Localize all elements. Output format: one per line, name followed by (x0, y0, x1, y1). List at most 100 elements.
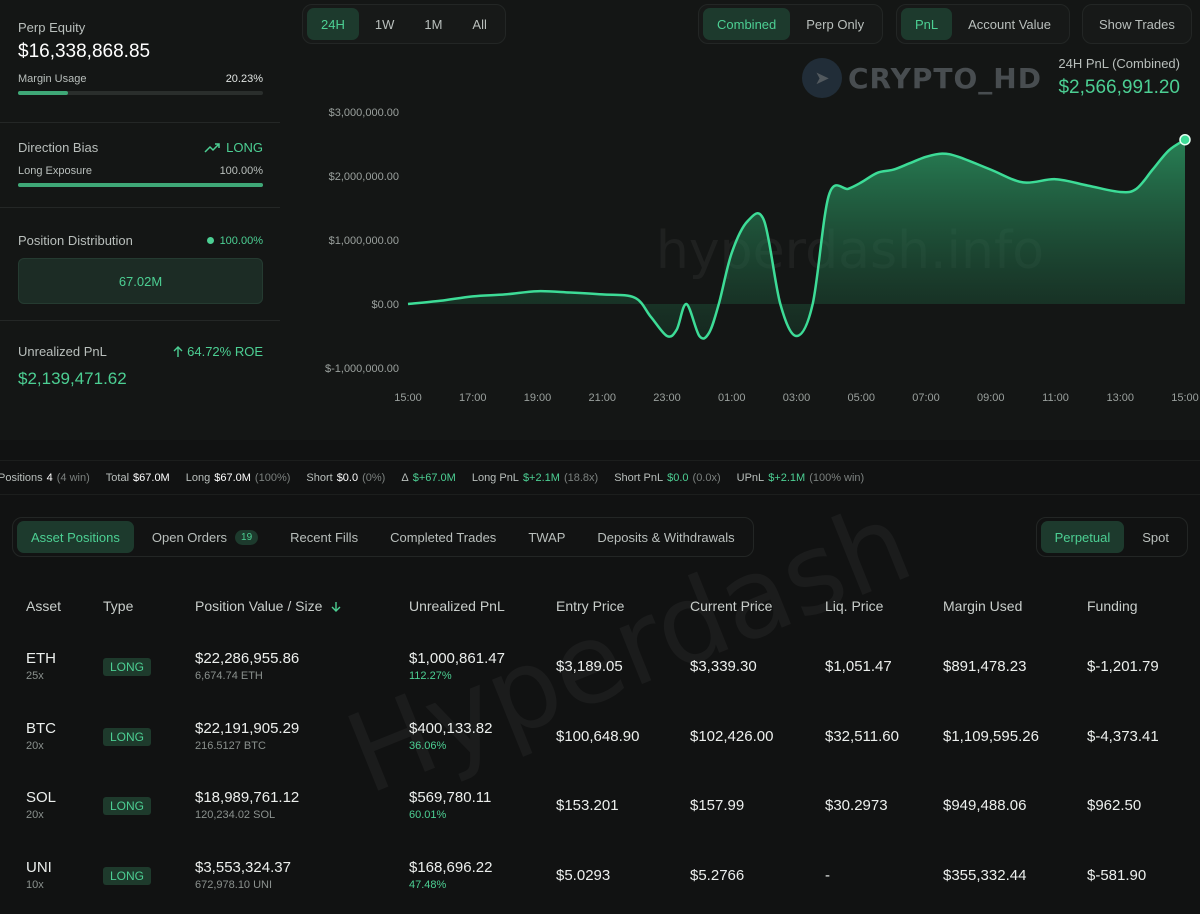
type-cell: LONG (103, 658, 152, 676)
column-header-position-value-size[interactable]: Position Value / Size (195, 598, 342, 614)
stat-label: UPnL (736, 471, 765, 484)
tab-label: Recent Fills (290, 529, 359, 545)
stat-value: $67.0M (133, 471, 170, 484)
x-tick-label: 19:00 (524, 392, 552, 404)
margin-usage-bar (18, 91, 263, 95)
unrealized-pnl-cell-detail: 60.01% (409, 809, 447, 821)
account-summary-panel: Perp Equity $16,338,868.85 Margin Usage … (0, 0, 280, 440)
column-header-funding[interactable]: Funding (1087, 598, 1138, 614)
trending-up-icon (204, 142, 220, 153)
tab-open-orders[interactable]: Open Orders 19 (138, 521, 272, 553)
unrealized-pnl-cell: $400,133.82 36.06% (409, 720, 492, 752)
dot-icon (206, 237, 214, 244)
arrow-up-icon (173, 345, 183, 357)
column-header-type[interactable]: Type (103, 598, 133, 614)
y-axis: $3,000,000.00 $2,000,000.00 $1,000,000.00 $… (325, 107, 399, 375)
y-tick-label: $2,000,000.00 (329, 171, 399, 183)
unrealized-pnl-cell-value: $168,696.22 (409, 858, 493, 876)
liq-price-cell-value: $30.2973 (825, 797, 888, 814)
tab-recent-fills[interactable]: Recent Fills (276, 521, 372, 553)
x-tick-label: 17:00 (459, 392, 487, 404)
liq-price-cell-value: $1,051.47 (825, 658, 892, 675)
arrow-down-icon[interactable] (330, 601, 342, 613)
margin-used-cell: $891,478.23 (943, 658, 1026, 675)
table-row[interactable]: ETH 25x LONG $22,286,955.86 6,674.74 ETH $1,0… (0, 650, 1200, 719)
column-header-unrealized-pnl[interactable]: Unrealized PnL (409, 598, 505, 614)
position-distribution-amount: 67.02M (118, 273, 163, 289)
unrealized-pnl-value: $2,139,471.62 (18, 369, 127, 388)
stat-label: Positions (0, 471, 43, 484)
timeframe-1w[interactable]: 1W (361, 8, 409, 40)
pnl-header-label: 24H PnL (Combined) (1058, 56, 1180, 71)
liq-price-cell-value: $32,511.60 (825, 727, 899, 745)
position-distribution-bar[interactable]: 67.02M (18, 258, 263, 304)
unrealized-pnl-cell-value: $1,000,861.47 (409, 650, 505, 667)
column-header-label: Entry Price (556, 598, 625, 614)
x-tick-label: 03:00 (783, 392, 811, 404)
positions-stats-bar: Positions 4 (4 win) Total $67.0M Long $67.0M… (0, 460, 1200, 495)
stat-short: Short $0.0 (0%) (306, 472, 385, 484)
unrealized-pnl-cell-value: $400,133.82 (409, 719, 493, 737)
tab-twap[interactable]: TWAP (514, 521, 579, 553)
current-price-cell-value: $157.99 (690, 797, 745, 814)
stat-note: (0.0x) (692, 471, 721, 484)
mode-combined[interactable]: Combined (703, 8, 791, 40)
table-row[interactable]: BTC 20x LONG $22,191,905.29 216.5127 BTC $400… (0, 720, 1200, 789)
metric-account-value[interactable]: Account Value (954, 8, 1065, 40)
long-exposure-bar (18, 183, 263, 187)
unrealized-pnl-cell: $168,696.22 47.48% (409, 859, 492, 891)
show-trades-button[interactable]: Show Trades (1083, 8, 1191, 40)
current-price-cell: $157.99 (690, 797, 744, 814)
column-header-margin-used[interactable]: Margin Used (943, 598, 1022, 614)
asset-cell-detail: 25x (26, 670, 44, 682)
pnl-chart[interactable]: hyperdash.info $3,000,000.00$2,000,000.0… (300, 90, 1200, 420)
column-header-current-price[interactable]: Current Price (690, 598, 772, 614)
margin-used-cell: $1,109,595.26 (943, 728, 1039, 745)
position-value-cell-detail: 672,978.10 UNI (195, 878, 273, 891)
tab-completed-trades[interactable]: Completed Trades (376, 521, 510, 553)
position-type-badge: LONG (103, 797, 152, 815)
margin-used-cell-value: $891,478.23 (943, 658, 1027, 675)
liq-price-cell: $32,511.60 (825, 728, 899, 745)
column-header-liq-price[interactable]: Liq. Price (825, 598, 883, 614)
stat-upnl: UPnL $+2.1M (100% win) (737, 472, 865, 484)
x-tick-label: 11:00 (1042, 392, 1069, 404)
column-header-entry-price[interactable]: Entry Price (556, 598, 624, 614)
stat-value: $0.0 (667, 471, 689, 484)
entry-price-cell: $153.201 (556, 797, 619, 814)
perp-equity-label: Perp Equity (18, 20, 86, 35)
stat-long-pnl: Long PnL $+2.1M (18.8x) (472, 472, 598, 484)
column-header-label: Current Price (690, 598, 773, 614)
y-tick-label: $-1,000,000.00 (325, 363, 399, 375)
current-price-cell: $3,339.30 (690, 658, 757, 675)
current-price-cell: $102,426.00 (690, 728, 773, 745)
column-header-asset[interactable]: Asset (26, 598, 61, 614)
column-header-label: Margin Used (943, 598, 1023, 614)
margin-used-cell: $949,488.06 (943, 797, 1026, 814)
asset-cell-detail: 20x (26, 739, 44, 752)
y-tick-label: $3,000,000.00 (329, 107, 399, 119)
tab-deposits-withdrawals[interactable]: Deposits & Withdrawals (583, 521, 748, 553)
table-row[interactable]: UNI 10x LONG $3,553,324.37 672,978.10 UNI $16… (0, 859, 1200, 914)
metric-pnl[interactable]: PnL (901, 8, 953, 40)
current-price-cell-value: $5.2766 (690, 866, 745, 884)
table-row[interactable]: SOL 20x LONG $18,989,761.12 120,234.02 SOL $5… (0, 789, 1200, 858)
timeframe-all[interactable]: All (458, 8, 500, 40)
position-value-cell-value: $18,989,761.12 (195, 789, 300, 806)
position-type-badge: LONG (103, 866, 152, 885)
market-tab-perpetual[interactable]: Perpetual (1040, 521, 1125, 553)
stat-note: (4 win) (56, 471, 90, 484)
mode-perp-only[interactable]: Perp Only (792, 8, 878, 40)
position-value-cell: $18,989,761.12 120,234.02 SOL (195, 789, 299, 821)
market-tab-spot[interactable]: Spot (1128, 521, 1183, 553)
timeframe-1m[interactable]: 1M (410, 8, 456, 40)
tab-asset-positions[interactable]: Asset Positions (17, 521, 134, 553)
tab-label: Completed Trades (390, 529, 497, 545)
unrealized-pnl-cell: $569,780.11 60.01% (409, 789, 491, 821)
unrealized-pnl-cell-detail: 36.06% (409, 739, 447, 752)
stat-value: $+2.1M (522, 471, 560, 484)
timeframe-24h[interactable]: 24H (307, 8, 359, 40)
x-axis: 15:00 17:00 19:00 21:00 23:00 01:00 03:00 05:00… (394, 392, 1199, 404)
entry-price-cell-value: $153.201 (556, 797, 619, 814)
latest-point[interactable] (1179, 133, 1191, 146)
